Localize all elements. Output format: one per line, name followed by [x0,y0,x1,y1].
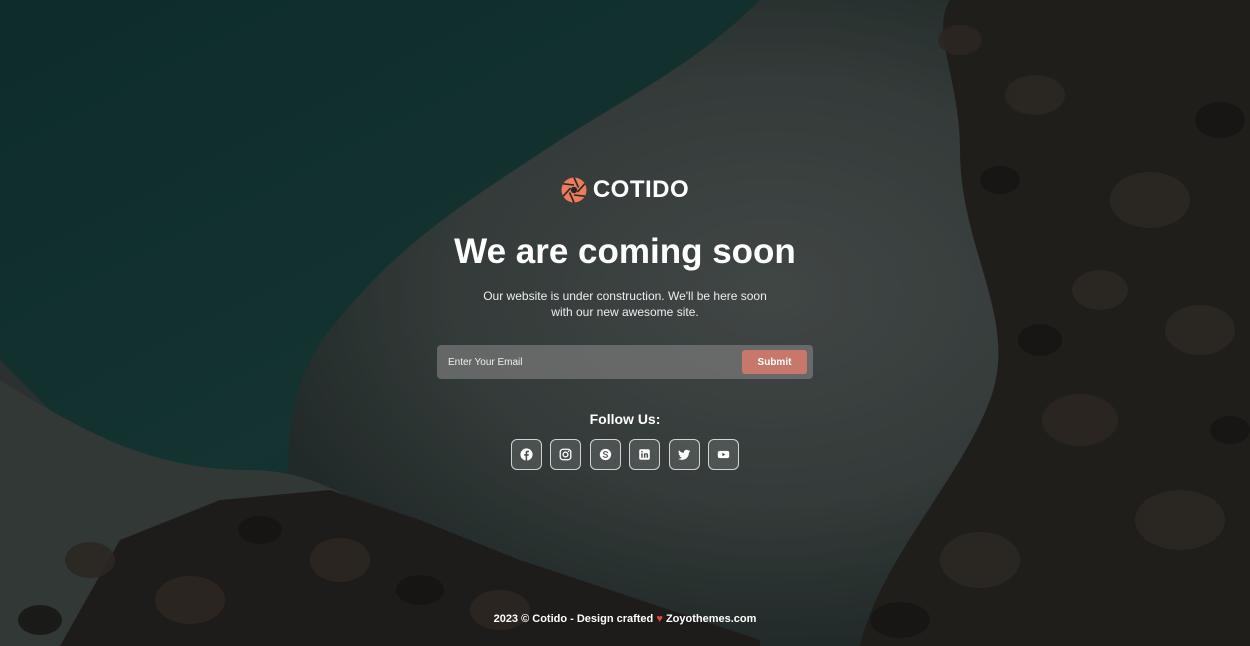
facebook-icon [520,448,533,461]
linkedin-icon [639,449,650,460]
background-overlay [0,0,1250,646]
skype-icon [599,448,611,461]
footer-credit-link[interactable]: Zoyothemes.com [666,613,756,625]
footer: 2023 © Cotido - Design crafted ♥ Zoyothe… [0,613,1250,625]
social-links [511,439,739,470]
follow-us-title: Follow Us: [589,411,661,427]
linkedin-button[interactable] [629,439,661,470]
camera-aperture-icon [561,177,587,203]
page-subtitle: Our website is under construction. We'll… [483,289,767,319]
footer-copyright: 2023 © Cotido - Design crafted [493,613,654,625]
brand[interactable]: COTIDO [0,176,1250,204]
youtube-button[interactable] [707,439,739,470]
instagram-button[interactable] [550,439,582,470]
subscribe-form: Submit [437,345,813,379]
email-field[interactable] [437,345,732,379]
twitter-button[interactable] [668,439,700,470]
youtube-icon [717,450,730,459]
instagram-icon [559,448,572,461]
submit-button[interactable]: Submit [742,350,807,374]
skype-button[interactable] [589,439,621,470]
facebook-button[interactable] [511,439,542,470]
brand-name: COTIDO [592,176,690,203]
twitter-icon [677,449,690,460]
heart-icon: ♥ [656,613,663,625]
page-title: We are coming soon [454,232,796,271]
